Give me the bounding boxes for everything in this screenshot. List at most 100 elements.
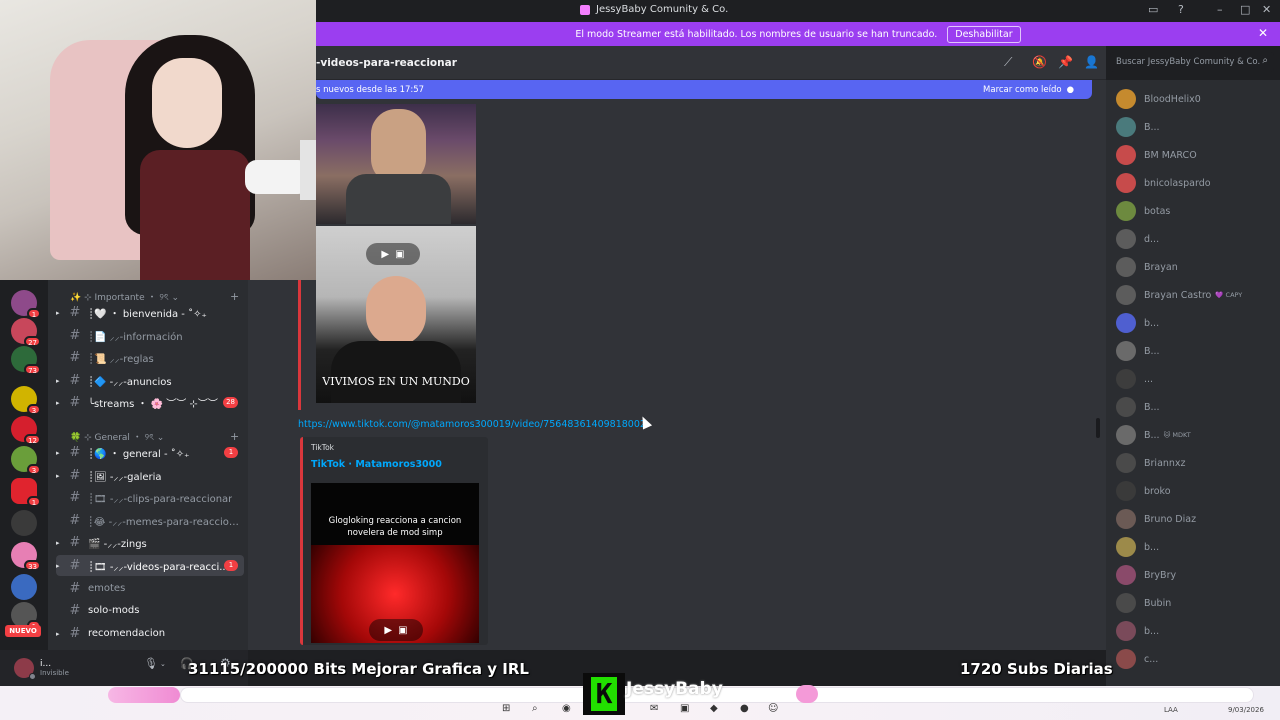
message-accent-bar [298, 280, 301, 410]
member-item[interactable]: B... [1116, 396, 1160, 418]
disable-streamer-button[interactable]: Deshabilitar [947, 25, 1021, 43]
obs-icon[interactable]: ● [740, 703, 749, 714]
member-item[interactable]: BM MARCO [1116, 144, 1197, 166]
store-icon[interactable]: ▣ [680, 703, 689, 714]
chevron-right-icon: ▸ [56, 538, 60, 547]
user-panel: i... Invisible 🎙 ⌄ 🎧 ⚙ [0, 650, 248, 686]
member-item[interactable]: broko [1116, 480, 1171, 502]
thumbnail-face [371, 109, 426, 184]
language-indicator[interactable]: LAA [1164, 706, 1178, 714]
maximize-button[interactable]: □ [1240, 3, 1250, 16]
embed-title[interactable]: TikTok · Matamoros3000 [311, 459, 442, 470]
member-item[interactable]: BryBry [1116, 564, 1176, 586]
chrome-icon[interactable]: ◉ [562, 703, 571, 714]
avatar [1116, 285, 1136, 305]
server-icon[interactable]: 12 [11, 416, 41, 445]
server-icon[interactable]: 73 [11, 346, 41, 375]
channel-item[interactable]: # ┊😂 -⸝⸝-memes-para-reaccionar [56, 510, 244, 531]
headphones-icon[interactable]: 🎧 [180, 657, 194, 670]
inbox-icon[interactable]: ▭ [1148, 3, 1158, 16]
channel-item[interactable]: # solo-mods [56, 600, 244, 621]
member-tag: 💜 CAPY [1215, 291, 1243, 299]
channel-name: recomendacion [88, 628, 166, 639]
video-thumbnail-2[interactable]: ▶ ▣ VIVIMOS EN UN MUNDO [316, 226, 476, 403]
channel-item[interactable]: # ┊🎞 -⸝⸝-clips-para-reaccionar [56, 487, 244, 508]
threads-icon[interactable]: ⟋ [1004, 55, 1012, 70]
brave-icon[interactable]: ◆ [710, 703, 718, 714]
server-icon[interactable]: 33 [11, 542, 41, 571]
server-icon[interactable]: 3 [11, 386, 41, 415]
gear-icon[interactable]: ⚙ [220, 656, 231, 670]
avatar [1116, 313, 1136, 333]
chat-scrollbar[interactable] [1096, 418, 1100, 438]
channel-item[interactable]: ▸ # recomendacion [56, 623, 244, 644]
channel-item[interactable]: ▸ # ╰streams ・ 🌸 ︶︶ ⊹︶︶ 28 [56, 392, 244, 413]
member-item[interactable]: BloodHelix0 [1116, 88, 1201, 110]
kick-logo: K [583, 673, 625, 715]
embed-video[interactable]: Glogloking reacciona a cancion novelera … [311, 483, 479, 643]
minimize-button[interactable]: – [1217, 3, 1223, 16]
discord-icon[interactable]: ☺ [768, 703, 778, 714]
new-messages-bar[interactable]: s nuevos desde las 17:57 Marcar como leí… [316, 80, 1092, 99]
tiktok-link[interactable]: https://www.tiktok.com/@matamoros300019/… [298, 419, 646, 430]
channel-item[interactable]: ▸ # 🎬 -⸝⸝-zings [56, 532, 244, 553]
chevron-right-icon: ▸ [56, 561, 60, 570]
pin-icon[interactable]: 📌 [1058, 55, 1073, 69]
play-icon: ▶ [381, 248, 390, 260]
channel-item[interactable]: # ┊📜 ⸝⸝-reglas [56, 347, 244, 368]
server-rail: 1 27 73 3 12 3 1 33 1 [0, 280, 48, 650]
avatar[interactable] [14, 658, 36, 680]
server-icon[interactable]: 1 [11, 478, 41, 507]
hash-icon: # [69, 395, 81, 410]
mark-read-button[interactable]: Marcar como leído ● [983, 85, 1074, 95]
member-item[interactable]: d... [1116, 228, 1159, 250]
video-thumbnail-1[interactable] [316, 104, 476, 224]
channel-item[interactable]: ▸ # ┊🖼 -⸝⸝-galeria [56, 465, 244, 486]
clock-date[interactable]: 9/03/2026 [1228, 706, 1264, 714]
avatar [1116, 397, 1136, 417]
members-icon[interactable]: 👤 [1084, 55, 1099, 69]
nuevo-badge[interactable]: NUEVO [5, 625, 41, 637]
member-item[interactable]: Brayan [1116, 256, 1178, 278]
member-item[interactable]: b... [1116, 536, 1159, 558]
play-button[interactable]: ▶ ▣ [366, 243, 420, 265]
channel-name: ┊🤍 ・ bienvenida - ˚✧₊ [88, 309, 207, 320]
channel-item[interactable]: ▸ # ┊🔷 -⸝⸝-anuncios [56, 370, 244, 391]
outlook-icon[interactable]: ✉ [650, 703, 658, 714]
mute-icon[interactable]: 🔕 [1032, 55, 1047, 69]
search-input[interactable]: Buscar JessyBaby Comunity & Co. ⌕ [1110, 52, 1274, 72]
search-taskbar-icon[interactable]: ⌕ [532, 703, 538, 714]
microphone-icon[interactable]: 🎙 [144, 657, 158, 670]
member-item[interactable]: Bubin [1116, 592, 1171, 614]
close-banner-icon[interactable]: ✕ [1258, 26, 1268, 40]
channel-item[interactable]: # ┊📄 ⸝⸝-información [56, 325, 244, 346]
member-item[interactable]: ... [1116, 368, 1153, 390]
member-item[interactable]: bnicolaspardo [1116, 172, 1211, 194]
server-icon[interactable] [11, 510, 37, 536]
member-item[interactable]: b... [1116, 312, 1159, 334]
member-item[interactable]: B... 🐱 MDKT [1116, 424, 1191, 446]
member-item[interactable]: b... [1116, 620, 1159, 642]
chevron-down-icon[interactable]: ⌄ [160, 660, 166, 668]
start-icon[interactable]: ⊞ [502, 703, 510, 714]
member-item[interactable]: B... [1116, 116, 1160, 138]
channel-item[interactable]: ▸ # ┊🎞 -⸝⸝-videos-para-reacci... 1 [56, 555, 244, 576]
member-item[interactable]: Bruno Diaz [1116, 508, 1196, 530]
embed-play-button[interactable]: ▶ ▣ [369, 619, 423, 641]
server-icon[interactable]: 27 [11, 318, 41, 347]
channel-item[interactable]: ▸ # ┊🌎 ・ general - ˚✧₊ 1 [56, 442, 244, 463]
avatar [1116, 341, 1136, 361]
server-icon[interactable] [11, 574, 37, 600]
member-name: B... [1144, 121, 1160, 133]
close-window-button[interactable]: ✕ [1262, 3, 1271, 16]
member-item[interactable]: Briannxz [1116, 452, 1186, 474]
member-item[interactable]: B... [1116, 340, 1160, 362]
member-item[interactable]: Brayan Castro 💜 CAPY [1116, 284, 1242, 306]
server-icon[interactable]: 1 [11, 290, 41, 319]
server-icon[interactable]: 3 [11, 446, 41, 475]
member-item[interactable]: c... [1116, 648, 1158, 670]
member-item[interactable]: botas [1116, 200, 1170, 222]
channel-item[interactable]: # emotes [56, 578, 244, 599]
channel-item[interactable]: ▸ # ┊🤍 ・ bienvenida - ˚✧₊ [56, 302, 244, 323]
help-icon[interactable]: ? [1178, 3, 1184, 16]
